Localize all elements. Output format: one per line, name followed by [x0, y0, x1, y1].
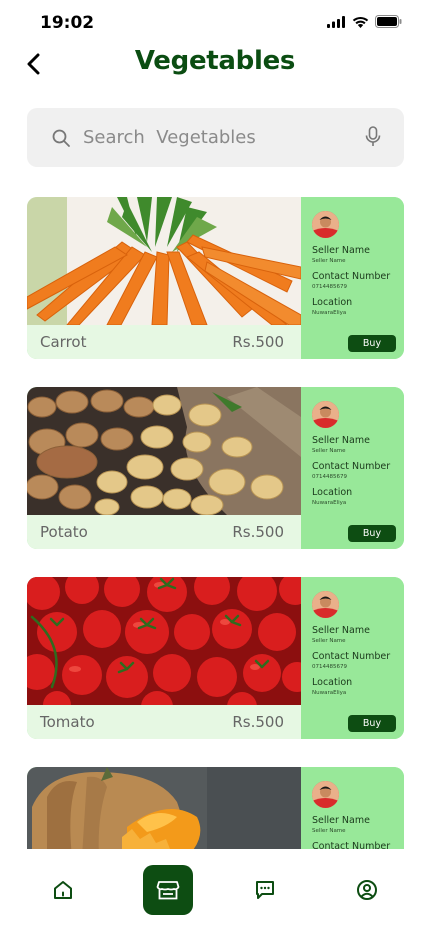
search-icon [51, 128, 71, 148]
seller-name-label: Seller Name [312, 815, 370, 826]
location-label: Location [312, 297, 353, 308]
buy-button[interactable]: Buy [348, 715, 396, 732]
product-image-carrot [27, 197, 301, 325]
profile-icon [357, 880, 377, 900]
seller-avatar [312, 591, 339, 618]
product-price: Rs.500 [232, 713, 284, 731]
search-bar[interactable] [27, 108, 404, 167]
product-card[interactable]: Seller Name Seller Name Contact Number [27, 767, 404, 849]
bottom-nav [0, 849, 430, 932]
location-value: NuwaraEliya [312, 310, 347, 316]
search-input[interactable] [83, 127, 343, 148]
location-label: Location [312, 487, 353, 498]
seller-name-value: Seller Name [312, 638, 346, 644]
location-value: NuwaraEliya [312, 500, 347, 506]
contact-label: Contact Number [312, 271, 391, 282]
buy-button[interactable]: Buy [348, 335, 396, 352]
nav-messages[interactable] [240, 865, 290, 915]
battery-icon [375, 15, 402, 28]
product-image-potato [27, 387, 301, 515]
product-card[interactable]: Carrot Rs.500 Seller Name Seller Name Co… [27, 197, 404, 359]
product-name-bar: Tomato Rs.500 [27, 705, 301, 739]
product-name: Carrot [40, 333, 87, 351]
wifi-icon [352, 16, 369, 28]
seller-name-label: Seller Name [312, 245, 370, 256]
store-icon [156, 881, 180, 900]
seller-name-value: Seller Name [312, 828, 346, 834]
seller-panel: Seller Name Seller Name Contact Number 0… [301, 577, 404, 739]
location-label: Location [312, 677, 353, 688]
product-name: Tomato [40, 713, 95, 731]
product-name: Potato [40, 523, 88, 541]
product-image-tomato [27, 577, 301, 705]
contact-value: 0714485679 [312, 664, 347, 670]
signal-icon [327, 15, 345, 28]
product-list: Carrot Rs.500 Seller Name Seller Name Co… [27, 197, 404, 849]
product-name-bar: Carrot Rs.500 [27, 325, 301, 359]
status-time: 19:02 [40, 13, 95, 33]
location-value: NuwaraEliya [312, 690, 347, 696]
nav-store[interactable] [143, 865, 193, 915]
contact-label: Contact Number [312, 461, 391, 472]
product-image-pumpkin [27, 767, 301, 849]
microphone-icon[interactable] [364, 126, 382, 148]
home-icon [54, 881, 72, 899]
product-card[interactable]: Tomato Rs.500 Seller Name Seller Name Co… [27, 577, 404, 739]
chat-icon [256, 881, 274, 899]
nav-profile[interactable] [342, 865, 392, 915]
contact-label: Contact Number [312, 841, 391, 849]
seller-avatar [312, 211, 339, 238]
seller-name-label: Seller Name [312, 435, 370, 446]
page-title: Vegetables [134, 46, 296, 76]
product-price: Rs.500 [232, 523, 284, 541]
seller-panel: Seller Name Seller Name Contact Number 0… [301, 197, 404, 359]
product-price: Rs.500 [232, 333, 284, 351]
screen: 19:02 Vegetables Search Vegetables Carro… [0, 0, 430, 932]
buy-button[interactable]: Buy [348, 525, 396, 542]
status-bar: 19:02 [0, 0, 430, 46]
contact-value: 0714485679 [312, 284, 347, 290]
product-name-bar: Potato Rs.500 [27, 515, 301, 549]
contact-label: Contact Number [312, 651, 391, 662]
seller-panel: Seller Name Seller Name Contact Number [301, 767, 404, 849]
product-card[interactable]: Potato Rs.500 Seller Name Seller Name Co… [27, 387, 404, 549]
contact-value: 0714485679 [312, 474, 347, 480]
seller-name-value: Seller Name [312, 448, 346, 454]
seller-avatar [312, 401, 339, 428]
nav-home[interactable] [38, 865, 88, 915]
seller-avatar [312, 781, 339, 808]
seller-panel: Seller Name Seller Name Contact Number 0… [301, 387, 404, 549]
seller-name-value: Seller Name [312, 258, 346, 264]
status-icons [327, 15, 402, 28]
seller-name-label: Seller Name [312, 625, 370, 636]
